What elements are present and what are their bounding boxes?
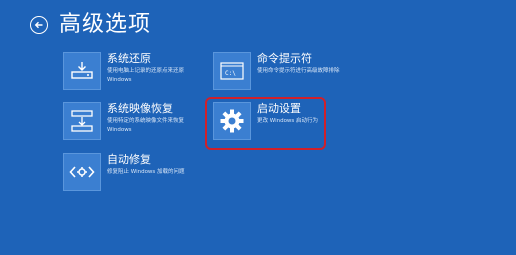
tile-description: 使用电脑上记录的还原点来还原 [107, 68, 185, 74]
tile-startup-settings[interactable]: 启动设置 更改 Windows 启动行为 [213, 102, 318, 140]
tile-system-image-recovery[interactable]: 系统映像恢复 使用特定的系统映像文件来恢复 Windows [63, 102, 184, 140]
tile-name: 系统还原 [107, 52, 151, 65]
tile-name: 系统映像恢复 [107, 102, 173, 115]
svg-text:C:\: C:\ [225, 70, 236, 77]
tile-description: 使用命令提示符进行高级故障排除 [257, 68, 340, 74]
tile-name: 启动设置 [257, 102, 301, 115]
tile-description: 更改 Windows 启动行为 [257, 118, 319, 124]
system-restore-icon [63, 52, 101, 90]
tile-name: 自动修复 [107, 153, 151, 166]
tile-description: 修复阻止 Windows 加载的问题 [107, 169, 185, 175]
back-button[interactable] [30, 16, 48, 34]
tile-name: 命令提示符 [257, 52, 312, 65]
back-arrow-icon [34, 20, 44, 30]
tile-description-line2: Windows [107, 77, 132, 83]
page-title: 高级选项 [59, 12, 152, 37]
gear-icon [213, 102, 251, 140]
header: 高级选项 [30, 10, 151, 40]
command-prompt-icon: C:\ [213, 52, 251, 90]
system-image-recovery-icon [63, 102, 101, 140]
tile-description: 使用特定的系统映像文件来恢复 [107, 118, 185, 124]
tile-system-restore[interactable]: 系统还原 使用电脑上记录的还原点来还原 Windows [63, 52, 184, 90]
tile-description-line2: Windows [107, 127, 132, 133]
tile-startup-repair[interactable]: 自动修复 修复阻止 Windows 加载的问题 [63, 153, 185, 191]
startup-repair-icon [63, 153, 101, 191]
tile-command-prompt[interactable]: C:\ 命令提示符 使用命令提示符进行高级故障排除 [213, 52, 340, 90]
